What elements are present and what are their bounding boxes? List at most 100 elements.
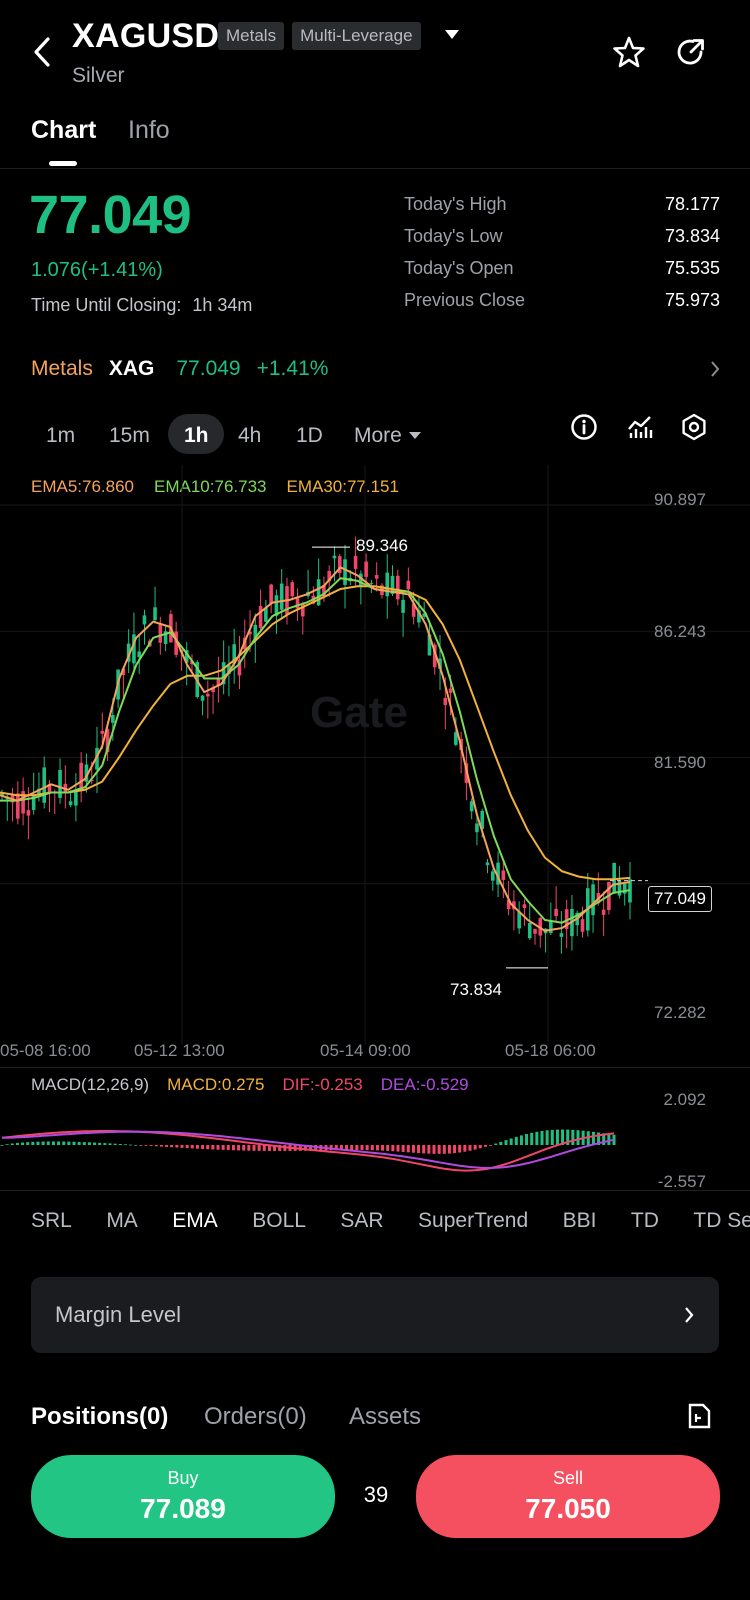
macd-histogram-bar: [355, 1145, 359, 1151]
macd-histogram-bar: [591, 1131, 595, 1145]
macd-histogram-bar: [113, 1143, 117, 1145]
macd-tick-bottom: -2.557: [657, 1172, 706, 1191]
macd-histogram-bar: [170, 1145, 174, 1148]
margin-level-label: Margin Level: [55, 1302, 181, 1327]
back-button[interactable]: [28, 34, 58, 70]
candle-body: [279, 583, 284, 610]
macd-histogram-bar: [257, 1145, 261, 1151]
tab-divider: [0, 168, 750, 169]
history-button[interactable]: [686, 1402, 714, 1435]
macd-histogram-bar: [375, 1145, 379, 1151]
interval-4h[interactable]: 4h: [238, 424, 261, 448]
macd-histogram-bar: [540, 1130, 544, 1145]
candle-body: [359, 573, 363, 588]
interval-1h[interactable]: 1h: [184, 424, 209, 448]
margin-level-row[interactable]: Margin Level: [31, 1277, 719, 1353]
ticker-row[interactable]: Metals XAG 77.049 +1.41%: [31, 354, 721, 384]
chevron-right-icon: [711, 361, 720, 377]
macd-tick-top: 2.092: [663, 1090, 706, 1109]
macd-histogram-bar: [447, 1145, 451, 1154]
symbol-name: Silver: [72, 64, 125, 87]
tab-positions[interactable]: Positions(0): [31, 1403, 168, 1431]
interval-1d[interactable]: 1D: [296, 424, 323, 448]
candle-body: [559, 933, 564, 937]
macd-histogram-bar: [165, 1145, 169, 1147]
sell-label: Sell: [552, 1468, 583, 1488]
candle-body: [343, 559, 347, 585]
star-icon: [613, 36, 645, 68]
indicator-supertrend[interactable]: SuperTrend: [418, 1209, 528, 1232]
caret-down-icon: [445, 30, 459, 39]
macd-value: MACD:0.275: [167, 1075, 265, 1094]
macd-histogram-bar: [185, 1145, 189, 1149]
chart-settings-button[interactable]: [680, 413, 708, 446]
macd-histogram-bar: [463, 1145, 467, 1152]
candle-body: [554, 908, 558, 917]
tag-multi-leverage: Multi-Leverage: [292, 22, 421, 50]
macd-histogram-bar: [67, 1141, 71, 1145]
candle-body: [448, 688, 453, 693]
indicator-srl[interactable]: SRL: [31, 1209, 72, 1232]
macd-histogram-bar: [262, 1145, 266, 1151]
x-tick-2: 05-14 09:00: [320, 1041, 411, 1060]
macd-histogram-bar: [530, 1132, 534, 1145]
macd-histogram-bar: [216, 1145, 220, 1150]
macd-histogram-bar: [98, 1142, 102, 1145]
closing-time: Time Until Closing: 1h 34m: [31, 295, 252, 316]
macd-histogram-bar: [103, 1143, 107, 1145]
tab-chart[interactable]: Chart: [31, 116, 96, 145]
candle-body: [42, 767, 47, 803]
macd-histogram-bar: [381, 1145, 385, 1151]
macd-histogram-bar: [154, 1145, 158, 1147]
macd-histogram-bar: [401, 1145, 405, 1152]
macd-histogram-bar: [242, 1145, 246, 1151]
indicator-button[interactable]: [626, 413, 654, 446]
tab-assets[interactable]: Assets: [349, 1403, 421, 1431]
candle-body: [295, 598, 300, 609]
x-tick-0: 05-08 16:00: [0, 1041, 91, 1060]
share-button[interactable]: [673, 35, 707, 74]
stat-open-label: Today's Open: [404, 258, 514, 278]
ema5-line: [0, 566, 631, 932]
indicator-td-se[interactable]: TD Se: [693, 1209, 750, 1232]
symbol-dropdown[interactable]: [444, 28, 460, 46]
indicator-td[interactable]: TD: [631, 1209, 659, 1232]
interval-1m[interactable]: 1m: [46, 424, 75, 448]
low-marker-label: 73.834: [450, 980, 502, 999]
candle-body: [443, 697, 448, 706]
tab-info[interactable]: Info: [128, 116, 170, 145]
stat-prevclose-value: 75.973: [664, 290, 720, 310]
favorite-button[interactable]: [612, 35, 646, 74]
buy-button[interactable]: Buy 77.089: [31, 1455, 335, 1538]
chart-info-button[interactable]: [570, 413, 598, 446]
indicator-sar[interactable]: SAR: [340, 1209, 383, 1232]
indicator-bbi[interactable]: BBI: [563, 1209, 597, 1232]
stat-low-value: 73.834: [664, 226, 720, 246]
macd-histogram-bar: [0, 1145, 4, 1146]
macd-histogram-bar: [555, 1129, 559, 1145]
sell-button[interactable]: Sell 77.050: [416, 1455, 720, 1538]
candle-body: [374, 575, 379, 579]
macd-divider: [0, 1190, 750, 1191]
candle-body: [501, 870, 506, 880]
macd-histogram-bar: [350, 1145, 354, 1151]
y-tick-3: 72.282: [654, 1003, 706, 1022]
chevron-left-icon: [34, 37, 50, 67]
macd-histogram-bar: [576, 1130, 580, 1145]
indicator-ema[interactable]: EMA: [172, 1209, 218, 1232]
dif-value: DIF:-0.253: [282, 1075, 363, 1094]
interval-more[interactable]: More: [354, 424, 421, 448]
info-icon: [571, 414, 597, 440]
candle-body: [258, 606, 263, 628]
macd-histogram-bar: [46, 1141, 50, 1145]
macd-histogram-bar: [478, 1145, 482, 1149]
indicator-boll[interactable]: BOLL: [252, 1209, 306, 1232]
y-tick-0: 90.897: [654, 490, 706, 509]
interval-15m[interactable]: 15m: [109, 424, 150, 448]
candle-body: [533, 928, 537, 934]
candle-body: [490, 871, 495, 881]
macd-histogram-bar: [406, 1145, 410, 1153]
tab-orders[interactable]: Orders(0): [204, 1403, 307, 1431]
indicator-ma[interactable]: MA: [106, 1209, 138, 1232]
macd-histogram-bar: [427, 1145, 431, 1154]
